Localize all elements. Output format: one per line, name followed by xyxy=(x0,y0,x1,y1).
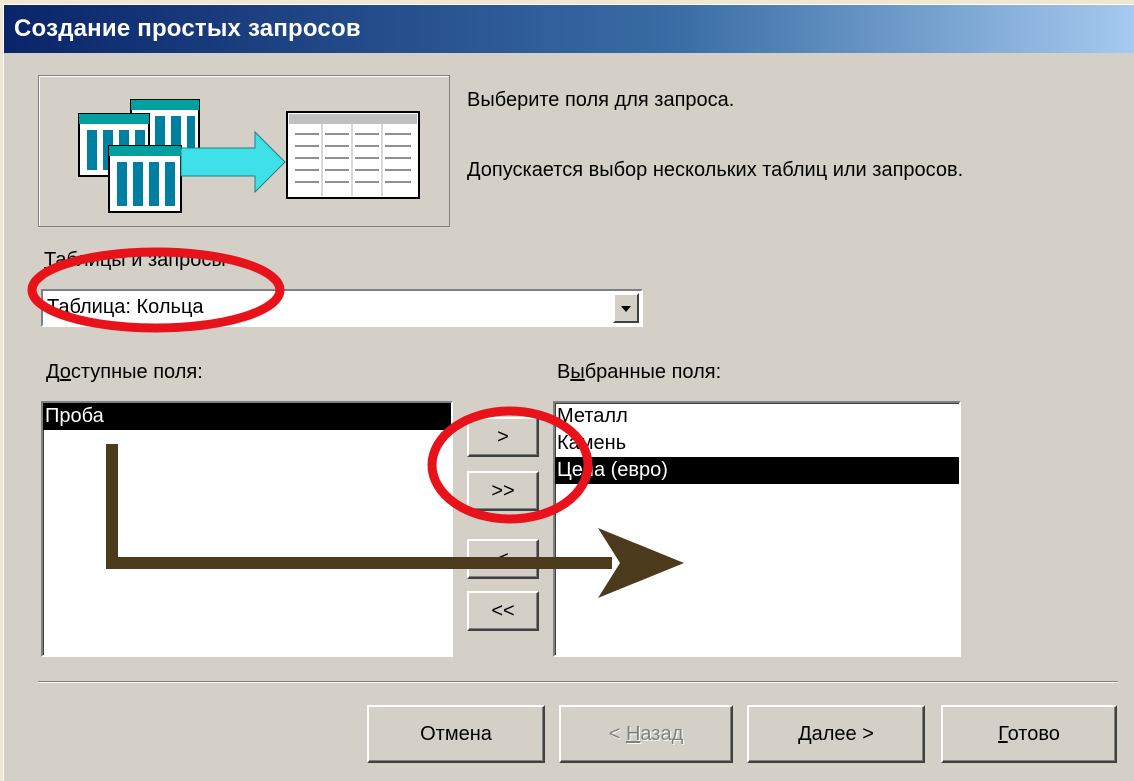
arrow-icon xyxy=(106,444,684,598)
highlight-circle-add-all xyxy=(427,406,593,524)
highlight-circle-table xyxy=(27,247,285,333)
annotation-overlay xyxy=(27,247,684,598)
